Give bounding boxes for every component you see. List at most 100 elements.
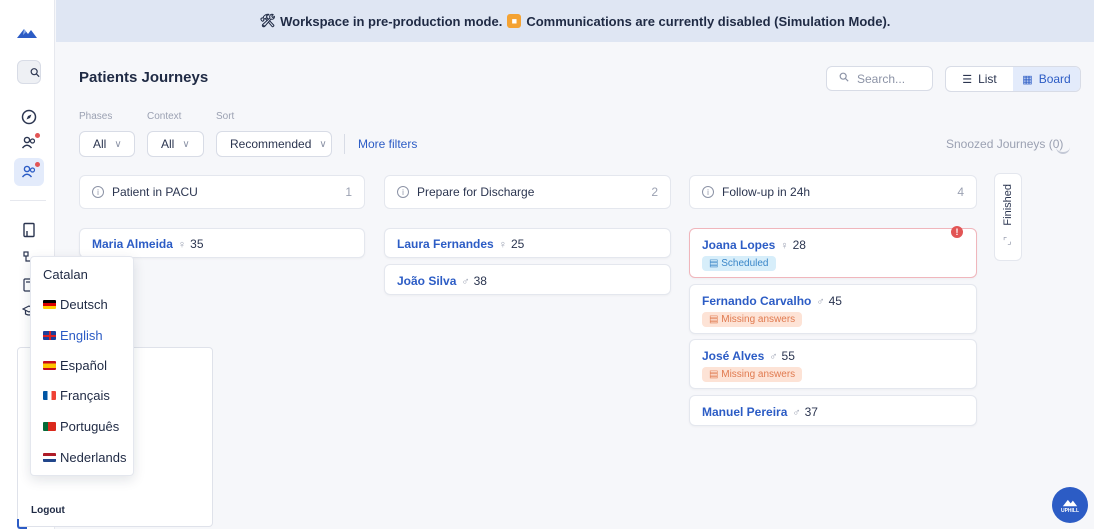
column-count: 2 [651,185,658,199]
journey-card[interactable]: ! Joana Lopes ♀ 28 ▤ Scheduled [689,226,977,278]
language-label: Deutsch [60,297,108,312]
language-label: Português [60,419,120,434]
journey-card[interactable]: Laura Fernandes ♀ 25 [384,228,671,258]
status-badge: ▤ Missing answers [702,312,803,327]
column-title: Follow-up in 24h [722,185,811,199]
bookmark-icon[interactable] [17,218,41,242]
status-badge-label: Scheduled [721,258,769,269]
journeys-icon[interactable] [14,158,44,186]
language-option[interactable]: Français [43,388,110,403]
logout-link[interactable]: Logout [31,505,65,516]
info-icon[interactable]: i [92,186,104,198]
board-view-button[interactable]: ▦ Board [1013,67,1080,91]
journey-card[interactable]: Maria Almeida ♀ 35 [79,228,365,258]
banner-text-after: Communications are currently disabled (S… [526,13,891,29]
status-badge: ▤ Scheduled [702,256,776,271]
patient-name[interactable]: José Alves [702,349,764,363]
filter-divider [344,134,345,154]
column-count: 4 [957,185,964,199]
search-icon[interactable] [17,60,41,84]
patient-name[interactable]: Manuel Pereira [702,405,787,419]
patient-age: 28 [792,238,806,252]
patient-name[interactable]: Fernando Carvalho [702,294,811,308]
expand-icon[interactable]: ⌜⌟ [1003,236,1011,247]
patient-name[interactable]: Laura Fernandes [397,237,494,251]
account-corner [17,519,27,529]
journey-card[interactable]: José Alves ♂ 55 ▤ Missing answers [689,339,977,389]
column-header-followup: i Follow-up in 24h 4 [689,175,977,209]
alert-icon: ! [951,226,963,238]
finished-label: Finished [1002,184,1014,226]
list-view-label: List [978,72,997,86]
male-icon: ♂ [461,276,470,288]
context-label: Context [147,111,182,122]
journey-card[interactable]: Fernando Carvalho ♂ 45 ▤ Missing answers [689,284,977,334]
board-icon: ▦ [1022,73,1033,86]
language-label: Français [60,388,110,403]
sort-select[interactable]: Recommended ∨ [216,131,332,157]
language-option[interactable]: Nederlands [43,450,127,465]
fab-label: UPHILL [1060,507,1080,514]
female-icon: ♀ [177,239,187,251]
list-icon: ☰ [962,73,973,86]
banner-text-before: Workspace in pre-production mode. [280,13,503,29]
language-option[interactable]: Español [43,358,107,373]
female-icon: ♀ [498,239,507,251]
patient-age: 37 [804,405,818,419]
flag-pt-icon [43,422,56,431]
patients-icon[interactable] [17,131,41,155]
notification-dot [35,133,40,138]
flag-es-icon [43,361,56,370]
column-header-pacu: i Patient in PACU 1 [79,175,365,209]
mountain-logo-icon [1062,499,1078,506]
finished-column[interactable]: Finished ⌜⌟ [994,173,1022,261]
language-option[interactable]: Catalan [43,267,88,282]
language-option[interactable]: Português [43,419,119,434]
app-logo-icon[interactable] [15,25,39,39]
more-filters-link[interactable]: More filters [358,137,417,151]
search-icon [839,72,849,85]
language-option[interactable]: English [43,328,103,343]
warning-icon: ■ [507,14,522,28]
sort-value: Recommended [230,137,312,151]
phases-value: All [93,137,107,151]
chevron-down-icon: ∨ [114,138,122,150]
male-icon: ♂ [792,407,801,419]
help-fab[interactable]: UPHILL [1052,487,1088,523]
notification-dot [35,162,40,167]
flag-de-icon [43,300,56,309]
patient-name[interactable]: Joana Lopes [702,238,775,252]
patient-name[interactable]: João Silva [397,274,456,288]
language-menu: Catalan Deutsch English Español Français… [30,256,134,476]
search-placeholder: Search... [857,71,906,86]
column-count: 1 [345,185,352,199]
page-title: Patients Journeys [79,69,209,86]
patient-age: 38 [473,274,487,288]
compass-icon[interactable] [17,105,41,129]
journey-card[interactable]: Manuel Pereira ♂ 37 [689,395,977,426]
rail-divider [10,200,46,201]
info-icon[interactable]: i [397,186,409,198]
patient-name[interactable]: Maria Almeida [92,237,173,251]
flag-gb-icon [43,331,56,340]
status-badge-label: Missing answers [721,314,796,325]
context-value: All [161,137,175,151]
status-badge: ▤ Missing answers [702,367,803,382]
language-option[interactable]: Deutsch [43,297,108,312]
journey-card[interactable]: João Silva ♂ 38 [384,264,671,295]
language-label: Catalan [43,267,88,282]
tools-icon: 🛠 [259,13,277,28]
column-header-discharge: i Prepare for Discharge 2 [384,175,671,209]
board-view-label: Board [1038,72,1071,86]
patient-age: 25 [510,237,525,251]
column-title: Prepare for Discharge [417,185,535,199]
phases-label: Phases [79,111,113,122]
info-icon[interactable]: i [702,186,714,198]
column-title: Patient in PACU [112,185,198,199]
flag-fr-icon [43,391,56,400]
snoozed-toggle[interactable] [1056,140,1070,154]
search-input[interactable]: Search... [826,66,933,91]
list-view-button[interactable]: ☰ List [946,67,1013,91]
phases-select[interactable]: All ∨ [79,131,135,157]
context-select[interactable]: All ∨ [147,131,204,157]
